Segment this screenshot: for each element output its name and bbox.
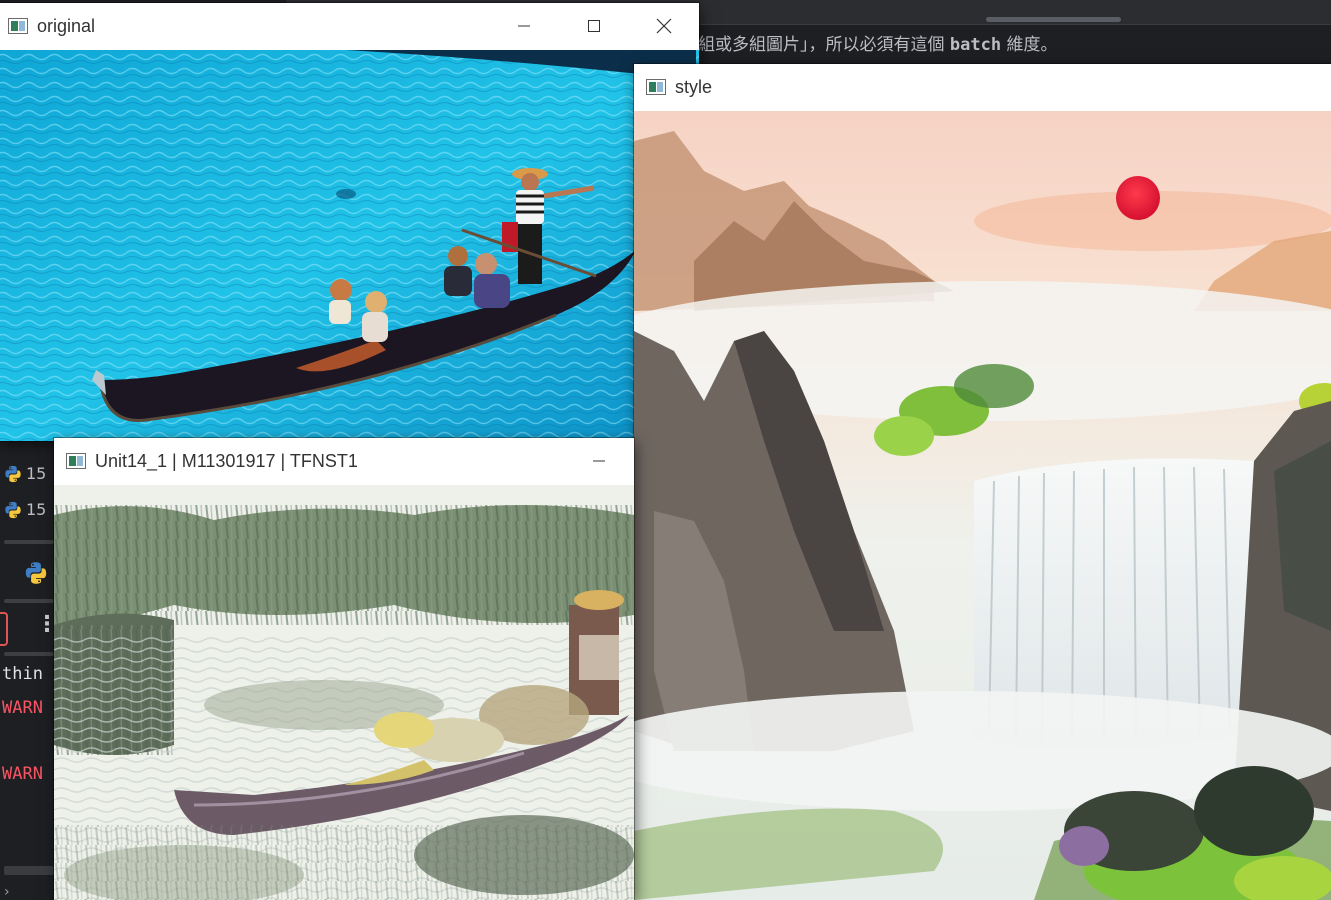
original-image-canvas bbox=[0, 50, 699, 441]
window-titlebar[interactable]: style bbox=[634, 64, 1331, 110]
python-icon[interactable] bbox=[24, 561, 48, 585]
stylized-image-canvas bbox=[54, 485, 634, 900]
line-number: 15 bbox=[26, 464, 47, 483]
style-image-canvas bbox=[634, 111, 1331, 900]
horizontal-scrollbar[interactable] bbox=[986, 17, 1121, 22]
file-row[interactable]: 15 bbox=[4, 464, 46, 483]
maximize-icon bbox=[588, 20, 600, 32]
console-warning-line: WARN bbox=[2, 764, 43, 784]
app-window-icon bbox=[66, 453, 86, 469]
file-row[interactable]: 15 bbox=[4, 500, 46, 519]
minimize-icon bbox=[593, 460, 605, 462]
chevron-right-icon[interactable]: › bbox=[4, 884, 10, 900]
window-title: style bbox=[675, 76, 713, 97]
python-icon bbox=[5, 501, 21, 518]
maximize-button[interactable] bbox=[559, 3, 629, 49]
window-titlebar[interactable]: original bbox=[0, 3, 699, 49]
horizontal-scrollbar[interactable] bbox=[4, 866, 54, 875]
landscape-painting bbox=[634, 111, 1331, 900]
app-window-icon bbox=[8, 18, 28, 34]
app-window-icon bbox=[646, 79, 666, 95]
line-number: 15 bbox=[26, 500, 47, 519]
window-result[interactable]: Unit14_1 | M11301917 | TFNST1 bbox=[54, 438, 634, 900]
minimize-icon bbox=[518, 25, 530, 27]
panel-divider bbox=[4, 652, 54, 656]
console-warning-line: WARN bbox=[2, 698, 43, 718]
doc-text-line: 組或多組圖片」，所以必須有這個 batch 維度。 bbox=[698, 32, 1331, 62]
window-title: Unit14_1 | M11301917 | TFNST1 bbox=[95, 450, 358, 471]
window-titlebar[interactable]: Unit14_1 | M11301917 | TFNST1 bbox=[54, 438, 634, 484]
minimize-button[interactable] bbox=[489, 3, 559, 49]
window-title: original bbox=[37, 15, 96, 36]
window-original[interactable]: original bbox=[0, 3, 699, 441]
close-button[interactable] bbox=[629, 3, 699, 49]
doc-text-code: batch bbox=[949, 35, 1002, 55]
console-line: thin bbox=[2, 664, 43, 684]
panel-divider bbox=[4, 540, 54, 544]
stop-button[interactable] bbox=[0, 612, 8, 646]
close-icon bbox=[656, 18, 672, 34]
python-icon bbox=[5, 465, 21, 482]
panel-divider bbox=[4, 599, 54, 603]
stylized-gondola-image bbox=[54, 485, 634, 900]
doc-text-suffix: 維度。 bbox=[1006, 35, 1058, 55]
gondola-photo bbox=[0, 50, 699, 441]
window-style[interactable]: style bbox=[634, 64, 1331, 900]
doc-text-prefix: 組或多組圖片」，所以必須有這個 bbox=[698, 35, 945, 55]
minimize-button[interactable] bbox=[564, 438, 634, 484]
